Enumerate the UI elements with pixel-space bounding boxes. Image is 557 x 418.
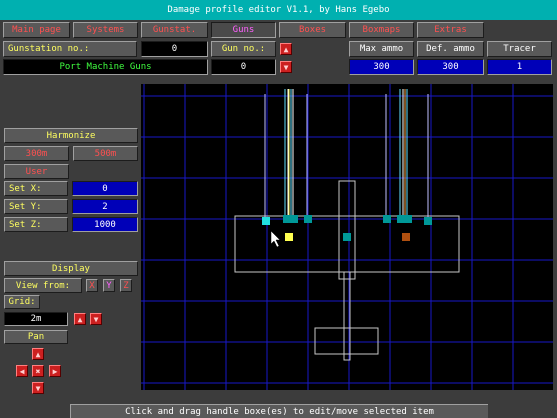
gunstation-value[interactable]: 0 bbox=[141, 41, 208, 57]
tracer-label: Tracer bbox=[487, 41, 552, 57]
grid-value[interactable]: 2m bbox=[4, 312, 68, 326]
handle-box bbox=[283, 215, 291, 223]
pan-left-icon[interactable]: ◀ bbox=[16, 365, 28, 377]
display-title: Display bbox=[4, 261, 138, 276]
view-from-label: View from: bbox=[4, 278, 82, 293]
grid-up-icon[interactable]: ▲ bbox=[74, 313, 86, 325]
handle-box bbox=[424, 217, 432, 225]
harmonize-500m-button[interactable]: 500m bbox=[73, 146, 138, 161]
pan-down-icon[interactable]: ▼ bbox=[32, 382, 44, 394]
view-x-button[interactable]: X bbox=[86, 279, 98, 292]
set-x-value[interactable]: 0 bbox=[72, 181, 138, 196]
menu-main-page[interactable]: Main page bbox=[3, 22, 70, 38]
set-y-label: Set Y: bbox=[4, 199, 68, 214]
handle-box bbox=[262, 217, 270, 225]
grid-label: Grid: bbox=[4, 295, 40, 309]
gunstation-label: Gunstation no.: bbox=[3, 41, 137, 57]
gun-no-label: Gun no.: bbox=[211, 41, 276, 57]
gun-no-up-icon[interactable]: ▲ bbox=[280, 43, 292, 55]
pan-right-icon[interactable]: ▶ bbox=[49, 365, 61, 377]
harmonize-300m-button[interactable]: 300m bbox=[4, 146, 69, 161]
set-x-label: Set X: bbox=[4, 181, 68, 196]
def-ammo-label: Def. ammo bbox=[417, 41, 484, 57]
menu-boxes[interactable]: Boxes bbox=[279, 22, 346, 38]
menu-extras[interactable]: Extras bbox=[417, 22, 484, 38]
handle-box-orange bbox=[402, 233, 410, 241]
grid-down-icon[interactable]: ▼ bbox=[90, 313, 102, 325]
max-ammo-value[interactable]: 300 bbox=[349, 59, 414, 75]
max-ammo-label: Max ammo bbox=[349, 41, 414, 57]
mouse-cursor-icon bbox=[270, 230, 281, 248]
tailplane-outline bbox=[314, 327, 379, 355]
title-bar: Damage profile editor V1.1, by Hans Egeb… bbox=[0, 0, 557, 20]
handle-box bbox=[304, 215, 312, 223]
fuselage-forward-outline bbox=[338, 180, 356, 280]
pan-up-icon[interactable]: ▲ bbox=[32, 348, 44, 360]
pan-center-icon[interactable]: ✖ bbox=[32, 365, 44, 377]
set-y-value[interactable]: 2 bbox=[72, 199, 138, 214]
menu-gunstat[interactable]: Gunstat. bbox=[141, 22, 208, 38]
set-z-label: Set Z: bbox=[4, 217, 68, 232]
handle-box bbox=[343, 233, 351, 241]
aircraft-outline bbox=[234, 180, 460, 361]
profile-canvas[interactable] bbox=[141, 84, 553, 390]
tracer-value[interactable]: 1 bbox=[487, 59, 552, 75]
gun-lines bbox=[264, 89, 429, 218]
gun-name-field[interactable]: Port Machine Guns bbox=[3, 59, 208, 75]
menu-boxmaps[interactable]: Boxmaps bbox=[349, 22, 414, 38]
handle-box bbox=[397, 215, 405, 223]
gun-no-down-icon[interactable]: ▼ bbox=[280, 61, 292, 73]
menu-guns[interactable]: Guns bbox=[211, 22, 276, 38]
handle-box-selected bbox=[285, 233, 293, 241]
status-text: Click and drag handle boxe(es) to edit/m… bbox=[125, 406, 434, 417]
handle-box bbox=[404, 215, 412, 223]
def-ammo-value[interactable]: 300 bbox=[417, 59, 484, 75]
view-y-button[interactable]: Y bbox=[103, 279, 115, 292]
pan-label: Pan bbox=[4, 330, 68, 344]
set-z-value[interactable]: 1000 bbox=[72, 217, 138, 232]
harmonize-user-button[interactable]: User bbox=[4, 164, 69, 179]
status-bar: Click and drag handle boxe(es) to edit/m… bbox=[70, 404, 488, 418]
harmonize-title: Harmonize bbox=[4, 128, 138, 143]
gun-no-value[interactable]: 0 bbox=[211, 59, 276, 75]
window-title: Damage profile editor V1.1, by Hans Egeb… bbox=[167, 5, 390, 15]
handle-box bbox=[383, 215, 391, 223]
editor-viewport[interactable] bbox=[141, 84, 553, 390]
view-z-button[interactable]: Z bbox=[120, 279, 132, 292]
menu-systems[interactable]: Systems bbox=[73, 22, 138, 38]
handle-box bbox=[290, 215, 298, 223]
